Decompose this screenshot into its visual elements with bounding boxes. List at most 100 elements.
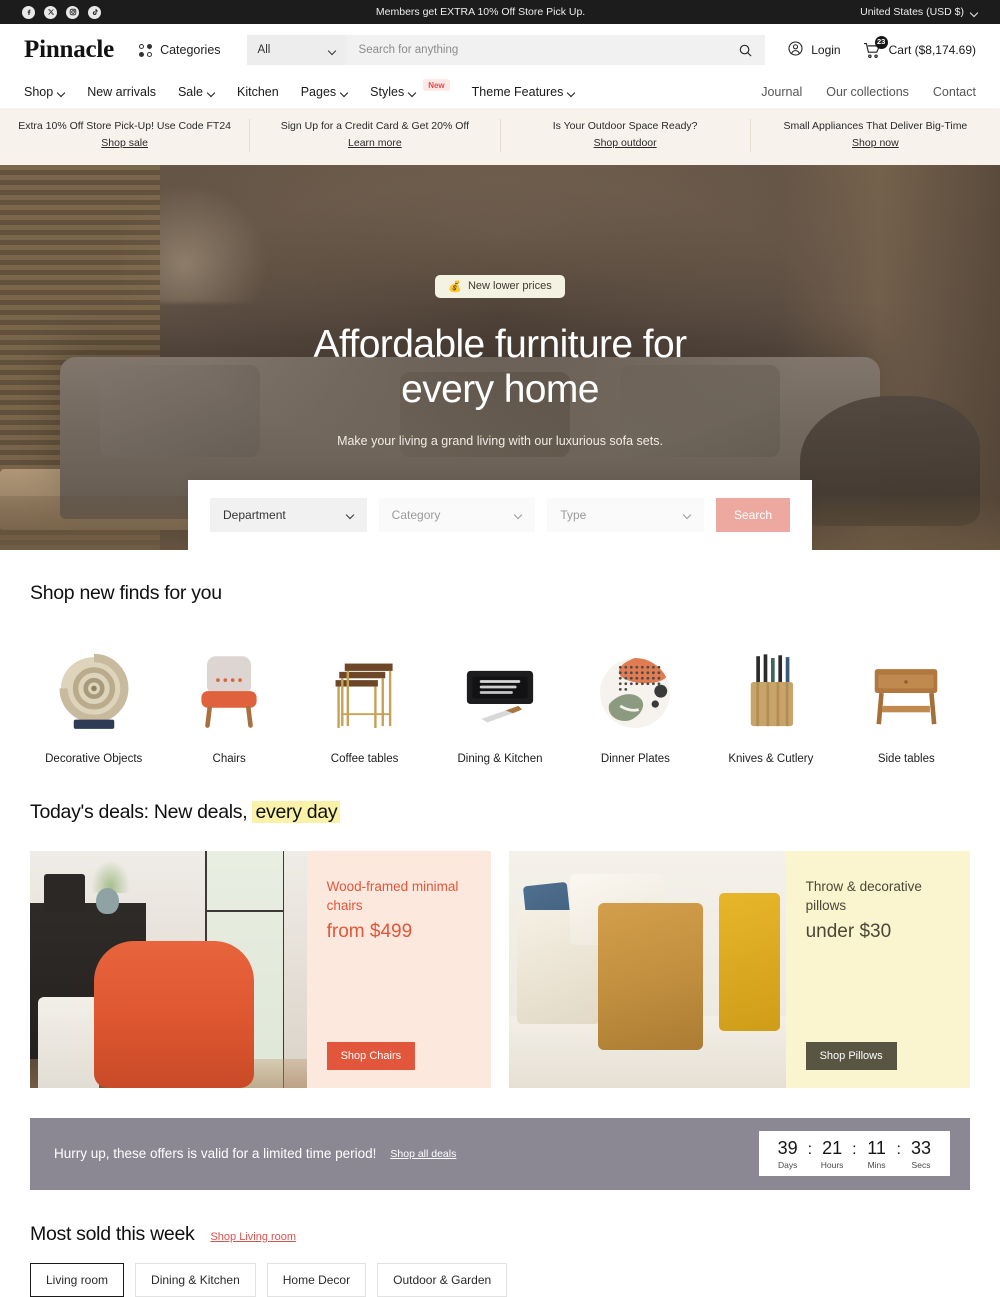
search-icon[interactable]	[726, 43, 765, 58]
timer-value: 21	[822, 1138, 843, 1159]
search-input[interactable]	[346, 35, 727, 65]
category-carousel: Decorative Objects Chairs Coffee tables …	[30, 641, 970, 765]
nav-item-pages[interactable]: Pages	[301, 85, 348, 99]
category-item[interactable]: Chairs	[165, 641, 292, 765]
category-item[interactable]: Dinner Plates	[572, 641, 699, 765]
tab-living-room[interactable]: Living room	[30, 1262, 125, 1297]
timer-unit: 21 Hours	[819, 1139, 845, 1170]
department-value: Department	[223, 507, 286, 522]
department-select[interactable]: Department	[210, 497, 367, 532]
timer-label: Secs	[911, 1159, 931, 1170]
chevron-down-icon	[329, 47, 336, 54]
timer-value: 39	[777, 1138, 798, 1159]
categories-button[interactable]: Categories	[139, 43, 221, 57]
nav-item-label: Pages	[300, 85, 337, 99]
deals-title: Today's deals: New deals, every day	[30, 800, 970, 824]
nav-primary-links: Shop New arrivals Sale Kitchen Pages Sty…	[24, 79, 576, 99]
category-item[interactable]: Dining & Kitchen	[436, 641, 563, 765]
promo-link[interactable]: Shop now	[852, 136, 899, 152]
site-header: Pinnacle Categories All Login	[0, 24, 1000, 76]
nav-link-our-collections[interactable]: Our collections	[826, 85, 909, 99]
promo-text: Extra 10% Off Store Pick-Up! Use Code FT…	[18, 120, 232, 132]
cart-label: Cart ($8,174.69)	[888, 43, 976, 57]
tab-outdoor-garden[interactable]: Outdoor & Garden	[377, 1262, 508, 1297]
nav-item-shop[interactable]: Shop	[24, 85, 65, 99]
money-bag-icon: 💰	[448, 280, 462, 293]
most-sold-header: Most sold this week Shop Living room	[30, 1223, 970, 1246]
category-item[interactable]: Decorative Objects	[30, 641, 157, 765]
timer-unit: 11 Mins	[864, 1139, 890, 1170]
search-bar: All	[246, 35, 766, 65]
x-icon[interactable]	[44, 5, 57, 19]
hero-banner: 💰 New lower prices Affordable furniture …	[0, 164, 1000, 550]
nav-item-sale[interactable]: Sale	[178, 85, 215, 99]
nav-link-contact[interactable]: Contact	[933, 85, 976, 99]
cart-count-badge: 23	[874, 35, 888, 49]
cart-button[interactable]: 23 Cart ($8,174.69)	[863, 35, 976, 59]
timer-value: 33	[910, 1138, 932, 1159]
hero-title: Affordable furniture for every home	[313, 322, 688, 411]
shop-all-deals-link[interactable]: Shop all deals	[390, 1148, 456, 1160]
category-select[interactable]: Category	[378, 497, 536, 532]
category-item[interactable]: Knives & Cutlery	[707, 641, 834, 765]
login-label: Login	[811, 43, 841, 57]
promo-link[interactable]: Shop sale	[101, 136, 148, 152]
country-selector[interactable]: United States (USD $)	[860, 6, 978, 18]
promo-strip: Extra 10% Off Store Pick-Up! Use Code FT…	[0, 108, 1000, 165]
promo-text: Sign Up for a Credit Card & Get 20% Off	[280, 120, 470, 132]
social-links	[22, 5, 101, 19]
site-logo[interactable]: Pinnacle	[24, 36, 114, 64]
category-label: Chairs	[212, 752, 246, 765]
new-finds-title: Shop new finds for you	[30, 581, 222, 604]
nav-item-kitchen[interactable]: Kitchen	[237, 85, 279, 99]
top-announcement-bar: Members get EXTRA 10% Off Store Pick Up.…	[0, 0, 1000, 24]
nav-item-styles[interactable]: Styles New	[370, 79, 450, 99]
announcement-message: Members get EXTRA 10% Off Store Pick Up.	[375, 6, 586, 18]
shop-living-room-link[interactable]: Shop Living room	[210, 1231, 296, 1243]
facebook-icon[interactable]	[22, 5, 35, 19]
tab-dining-kitchen[interactable]: Dining & Kitchen	[135, 1262, 256, 1297]
nav-item-label: Theme Features	[471, 85, 564, 99]
timer-label: Days	[777, 1159, 798, 1170]
nav-item-theme-features[interactable]: Theme Features	[472, 85, 576, 99]
chevron-down-icon	[409, 89, 416, 96]
header-actions: Login 23 Cart ($8,174.69)	[787, 35, 976, 60]
chevron-down-icon	[568, 89, 575, 96]
most-sold-tabs: Living room Dining & Kitchen Home Decor …	[30, 1262, 970, 1297]
shop-pillows-button[interactable]: Shop Pillows	[805, 1041, 897, 1070]
promo-item: Sign Up for a Credit Card & Get 20% Off …	[250, 119, 501, 152]
timer-value: 11	[867, 1138, 886, 1159]
deal-chairs-heading: Wood-framed minimal chairs	[326, 878, 459, 914]
deal-card-pillows[interactable]: Throw & decorative pillows under $30 Sho…	[509, 850, 970, 1088]
nav-link-journal[interactable]: Journal	[761, 85, 802, 99]
category-item[interactable]: Coffee tables	[301, 641, 428, 765]
category-label: Side tables	[877, 752, 935, 765]
finder-search-button[interactable]: Search	[716, 497, 791, 532]
category-label: Knives & Cutlery	[728, 752, 814, 765]
nav-item-new-arrivals[interactable]: New arrivals	[87, 85, 156, 99]
hero-content: 💰 New lower prices Affordable furniture …	[0, 165, 1000, 448]
promo-link[interactable]: Shop outdoor	[594, 136, 657, 152]
chevron-down-icon	[515, 511, 522, 518]
timer-separator: :	[852, 1141, 857, 1159]
chevron-down-icon	[341, 89, 348, 96]
promo-link[interactable]: Learn more	[348, 136, 402, 152]
grid-dots-icon	[139, 43, 153, 57]
country-label: United States (USD $)	[860, 6, 964, 18]
tiktok-icon[interactable]	[88, 5, 101, 19]
instagram-icon[interactable]	[66, 5, 79, 19]
type-select[interactable]: Type	[547, 497, 705, 532]
category-label: Decorative Objects	[45, 752, 143, 765]
tab-home-decor[interactable]: Home Decor	[266, 1262, 367, 1297]
shop-chairs-button[interactable]: Shop Chairs	[326, 1041, 416, 1070]
category-item[interactable]: Side tables	[843, 641, 970, 765]
promo-item: Is Your Outdoor Space Ready? Shop outdoo…	[501, 119, 751, 152]
search-scope-select[interactable]: All	[246, 35, 347, 65]
deal-card-chairs[interactable]: Wood-framed minimal chairs from $499 Sho…	[30, 850, 491, 1088]
hero-badge-label: New lower prices	[467, 280, 552, 292]
promo-text: Small Appliances That Deliver Big-Time	[783, 120, 968, 132]
chevron-down-icon	[347, 511, 354, 518]
category-value: Category	[391, 507, 441, 522]
login-button[interactable]: Login	[787, 40, 841, 60]
countdown-banner: Hurry up, these offers is valid for a li…	[30, 1117, 970, 1190]
